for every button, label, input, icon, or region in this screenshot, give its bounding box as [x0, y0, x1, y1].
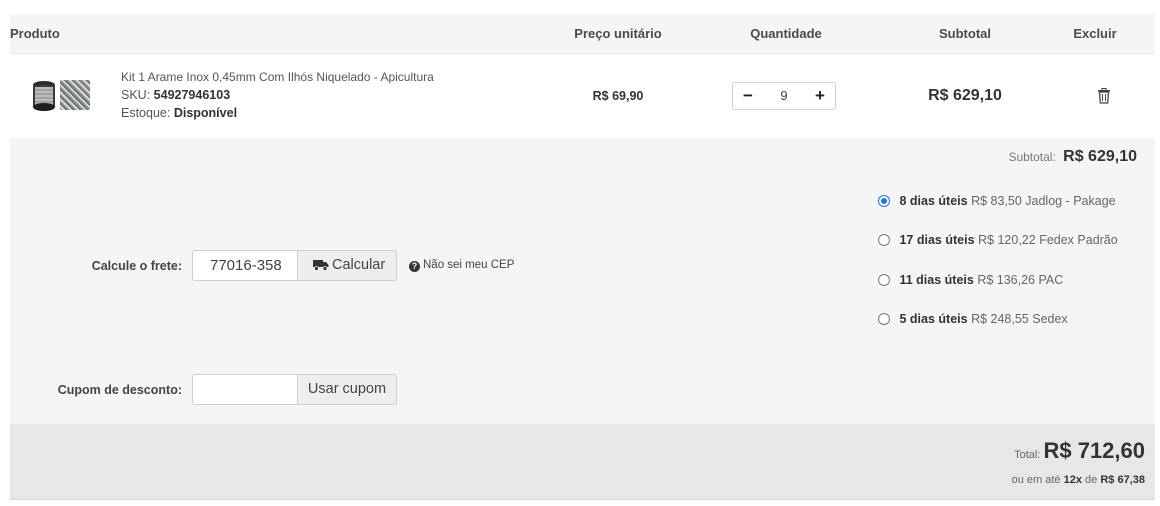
cep-help-label: Não sei meu CEP: [423, 259, 515, 271]
wire-spool-image: [33, 81, 55, 111]
header-produto: Produto: [10, 26, 60, 41]
sku-label: SKU:: [121, 88, 151, 102]
product-name[interactable]: Kit 1 Arame Inox 0,45mm Com Ilhós Niquel…: [121, 68, 434, 86]
cart-subtotal-label: Subtotal:: [1008, 150, 1056, 164]
increase-quantity-button[interactable]: +: [807, 83, 833, 109]
stock-label: Estoque:: [121, 106, 171, 120]
installment-count: 12x: [1063, 474, 1082, 486]
eyelets-image: [60, 80, 90, 110]
cep-input[interactable]: [192, 250, 298, 281]
total-bar: Total: R$ 712,60 ou em até 12x de R$ 67,…: [10, 424, 1155, 500]
shipping-option[interactable]: 11 dias úteis R$ 136,26 PAC: [878, 273, 1063, 287]
question-icon: ?: [409, 261, 420, 272]
order-total: Total: R$ 712,60: [1014, 438, 1145, 464]
installment-prefix: ou em até: [1011, 474, 1061, 486]
product-thumbnail[interactable]: [31, 78, 91, 114]
shipping-option[interactable]: 5 dias úteis R$ 248,55 Sedex: [878, 312, 1068, 326]
product-info: Kit 1 Arame Inox 0,45mm Com Ilhós Niquel…: [121, 68, 434, 122]
quantity-input[interactable]: [761, 83, 807, 109]
shipping-days: 11 dias úteis: [899, 273, 974, 287]
product-sku: SKU: 54927946103: [121, 86, 434, 104]
header-subtotal: Subtotal: [939, 26, 991, 41]
installment-mid: de: [1085, 474, 1098, 486]
shipping-price: R$ 83,50: [971, 194, 1022, 208]
radio-selected[interactable]: [878, 195, 890, 207]
header-quantidade: Quantidade: [750, 26, 822, 41]
shipping-carrier: Sedex: [1032, 312, 1068, 326]
shipping-carrier: Jadlog - Pakage: [1025, 194, 1116, 208]
radio-unselected[interactable]: [878, 313, 890, 325]
shipping-days: 5 dias úteis: [899, 312, 968, 326]
cart-item-row: Kit 1 Arame Inox 0,45mm Com Ilhós Niquel…: [10, 54, 1155, 138]
cart-table-header: Produto Preço unitário Quantidade Subtot…: [10, 14, 1155, 54]
decrease-quantity-button[interactable]: −: [735, 83, 761, 109]
shipping-carrier: PAC: [1038, 273, 1064, 287]
quantity-stepper: − +: [732, 82, 836, 110]
total-label: Total:: [1014, 449, 1041, 461]
item-subtotal: R$ 629,10: [928, 87, 1002, 104]
shipping-price: R$ 120,22: [978, 233, 1036, 247]
shipping-price: R$ 248,55: [971, 312, 1029, 326]
installments: ou em até 12x de R$ 67,38: [1012, 474, 1145, 486]
cep-help-link[interactable]: ? Não sei meu CEP: [409, 259, 514, 272]
shopping-cart: Produto Preço unitário Quantidade Subtot…: [0, 0, 1160, 506]
stock-value: Disponível: [173, 106, 238, 120]
shipping-days: 8 dias úteis: [899, 194, 968, 208]
shipping-price: R$ 136,26: [977, 273, 1036, 287]
sku-value: 54927946103: [153, 88, 231, 102]
shipping-days: 17 dias úteis: [899, 233, 975, 247]
truck-icon: [313, 260, 329, 271]
calculate-label: Calcular: [332, 257, 386, 273]
unit-price: R$ 69,90: [592, 89, 644, 103]
shipping-label: Calcule o frete:: [91, 259, 182, 273]
shipping-option[interactable]: 8 dias úteis R$ 83,50 Jadlog - Pakage: [878, 194, 1116, 208]
calculate-shipping-button[interactable]: Calcular: [297, 250, 397, 281]
product-stock: Estoque: Disponível: [121, 104, 434, 122]
coupon-input[interactable]: [192, 374, 298, 405]
radio-unselected[interactable]: [878, 234, 890, 246]
coupon-label: Cupom de desconto:: [57, 383, 182, 397]
total-value: R$ 712,60: [1043, 438, 1145, 463]
trash-icon[interactable]: [1097, 88, 1111, 104]
cart-subtotal: Subtotal: R$ 629,10: [1008, 148, 1137, 166]
shipping-option[interactable]: 17 dias úteis R$ 120,22 Fedex Padrão: [878, 233, 1118, 247]
cart-subtotal-value: R$ 629,10: [1063, 148, 1137, 165]
installment-value: R$ 67,38: [1100, 474, 1145, 486]
shipping-carrier: Fedex Padrão: [1039, 233, 1118, 247]
header-excluir: Excluir: [1073, 26, 1117, 41]
radio-unselected[interactable]: [878, 274, 890, 286]
apply-coupon-button[interactable]: Usar cupom: [297, 374, 397, 405]
header-preco-unitario: Preço unitário: [574, 26, 662, 41]
shipping-coupon-panel: Subtotal: R$ 629,10 Calcule o frete: Cal…: [10, 138, 1155, 424]
